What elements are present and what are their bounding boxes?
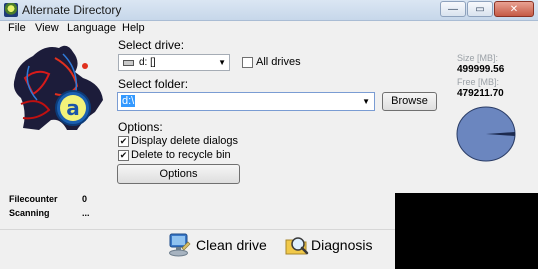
filecounter-value: 0 bbox=[82, 194, 88, 204]
chevron-down-icon: ▼ bbox=[362, 97, 370, 106]
filecounter-label: Filecounter bbox=[9, 194, 58, 204]
close-button[interactable]: ✕ bbox=[494, 1, 534, 17]
diagnosis-label: Diagnosis bbox=[311, 237, 373, 253]
all-drives-label: All drives bbox=[256, 56, 301, 68]
select-drive-label: Select drive: bbox=[118, 38, 185, 52]
all-drives-checkbox[interactable] bbox=[242, 57, 253, 68]
browse-button[interactable]: Browse bbox=[382, 92, 437, 111]
delete-to-recycle-bin-label: Delete to recycle bin bbox=[131, 149, 231, 161]
scanning-value: ... bbox=[82, 208, 90, 218]
svg-text:a: a bbox=[66, 96, 80, 120]
minimize-button[interactable]: — bbox=[440, 1, 466, 17]
window-title: Alternate Directory bbox=[22, 3, 122, 17]
options-button[interactable]: Options bbox=[117, 164, 240, 184]
menu-language[interactable]: Language bbox=[67, 22, 116, 34]
drive-icon bbox=[123, 60, 134, 66]
magnifier-folder-icon bbox=[285, 237, 309, 255]
app-icon bbox=[4, 3, 18, 17]
logo-a-badge: a bbox=[55, 90, 91, 126]
options-label: Options: bbox=[118, 120, 163, 134]
menu-file[interactable]: File bbox=[8, 22, 26, 34]
select-folder-label: Select folder: bbox=[118, 77, 189, 91]
folder-value: d:\ bbox=[121, 95, 136, 107]
free-label: Free [MB]: bbox=[457, 77, 500, 87]
bottom-separator bbox=[0, 229, 395, 230]
chevron-down-icon: ▼ bbox=[218, 58, 226, 67]
window-controls: — ▭ ✕ bbox=[440, 1, 534, 17]
display-delete-dialogs-label: Display delete dialogs bbox=[131, 135, 239, 147]
app-logo: a bbox=[13, 45, 104, 130]
diagnosis-button[interactable]: Diagnosis bbox=[284, 232, 384, 258]
menu-view[interactable]: View bbox=[35, 22, 59, 34]
computer-icon bbox=[169, 233, 191, 257]
size-value: 499999.56 bbox=[457, 64, 505, 75]
maximize-button[interactable]: ▭ bbox=[467, 1, 493, 17]
title-bar: Alternate Directory — ▭ ✕ bbox=[0, 0, 538, 21]
menu-bar: File View Language Help bbox=[0, 21, 538, 37]
delete-to-recycle-bin-checkbox[interactable]: ✔ bbox=[118, 150, 129, 161]
clean-drive-button[interactable]: Clean drive bbox=[166, 232, 271, 258]
menu-help[interactable]: Help bbox=[122, 22, 145, 34]
clean-drive-label: Clean drive bbox=[196, 237, 267, 253]
scanning-label: Scanning bbox=[9, 208, 50, 218]
preview-panel bbox=[395, 193, 538, 269]
free-value: 479211.70 bbox=[457, 88, 504, 99]
size-label: Size [MB]: bbox=[457, 53, 499, 63]
folder-combobox[interactable]: d:\ ▼ bbox=[117, 92, 375, 111]
disk-usage-pie bbox=[456, 106, 516, 162]
display-delete-dialogs-checkbox[interactable]: ✔ bbox=[118, 136, 129, 147]
drive-value: d: [] bbox=[139, 57, 156, 68]
drive-select[interactable]: d: [] ▼ bbox=[118, 54, 230, 71]
